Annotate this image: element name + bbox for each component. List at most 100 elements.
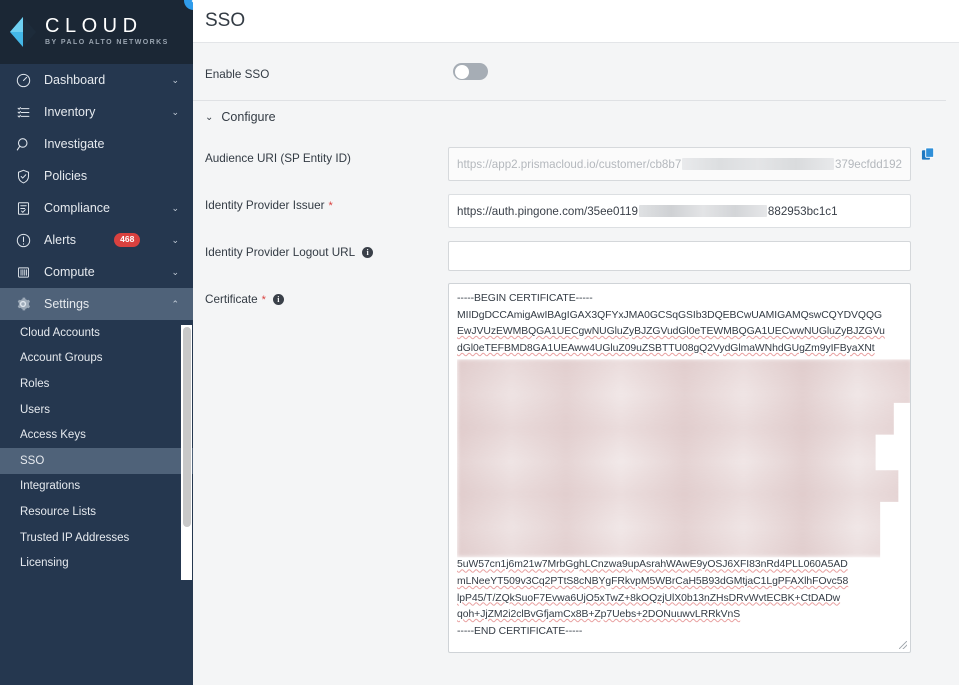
submenu-label: Resource Lists xyxy=(20,505,97,518)
submenu-label: Integrations xyxy=(20,480,81,493)
sidebar-item-integrations[interactable]: Integrations xyxy=(0,474,193,500)
sidebar-label: Alerts xyxy=(44,233,76,247)
certificate-line: EwJVUzEWMBQGA1UECgwNUGluZyBJZGVudGl0eTEW… xyxy=(457,326,885,338)
submenu-label: SSO xyxy=(20,454,45,467)
certificate-row: Certificate * i -----BEGIN CERTIFICATE--… xyxy=(193,283,959,653)
certificate-line: qoh+JjZM2i2clBvGfjamCx8B+Zp7Uebs+2DONuuw… xyxy=(457,609,741,621)
submenu-label: Account Groups xyxy=(20,352,103,365)
audience-uri-row: Audience URI (SP Entity ID) https://app2… xyxy=(193,147,959,181)
chevron-down-icon: ⌄ xyxy=(171,234,179,245)
submenu-label: Users xyxy=(20,403,51,416)
info-icon[interactable]: i xyxy=(362,247,374,258)
idp-logout-url-label: Identity Provider Logout URL i xyxy=(205,241,448,259)
clipboard-icon xyxy=(12,197,34,219)
enable-sso-row: Enable SSO xyxy=(193,43,946,101)
copy-icon xyxy=(921,147,934,160)
sidebar-item-policies[interactable]: Policies xyxy=(0,160,193,192)
app-root: CLOUD BY PALO ALTO NETWORKS Dashboard ⌄ xyxy=(0,0,959,685)
page-header: SSO xyxy=(193,0,959,43)
audience-uri-label: Audience URI (SP Entity ID) xyxy=(205,147,448,165)
chevron-up-icon: ⌃ xyxy=(171,298,179,309)
main-content: SSO Enable SSO ⌄ Configure Audience URI … xyxy=(193,0,959,685)
certificate-line: dGl0eTEFBMD8GA1UEAww4UGluZ09uZSBTTU08gQ2… xyxy=(457,342,875,354)
sidebar-label: Settings xyxy=(44,297,90,311)
textarea-resize-handle[interactable] xyxy=(898,640,908,650)
certificate-line: 5uW57cn1j6m21w7MrbGghLCnzwa9upAsrahWAwE9… xyxy=(457,559,848,571)
label-text: Certificate xyxy=(205,293,258,306)
sidebar-label: Dashboard xyxy=(44,73,106,87)
sidebar-item-cloud-accounts[interactable]: Cloud Accounts xyxy=(0,320,193,346)
chevron-down-icon: ⌄ xyxy=(205,111,214,123)
idp-issuer-row: Identity Provider Issuer * https://auth.… xyxy=(193,194,959,228)
label-text: Identity Provider Logout URL xyxy=(205,246,356,259)
idp-issuer-value-prefix: https://auth.pingone.com/35ee0119 xyxy=(457,204,638,218)
submenu-label: Trusted IP Addresses xyxy=(20,531,130,544)
redacted-segment xyxy=(682,158,834,170)
enable-sso-label: Enable SSO xyxy=(205,63,448,81)
enable-sso-toggle[interactable] xyxy=(453,63,488,80)
sidebar-scrollbar-thumb[interactable] xyxy=(182,327,191,527)
label-text: Identity Provider Issuer xyxy=(205,199,325,212)
chevron-down-icon: ⌄ xyxy=(171,106,179,117)
alert-icon xyxy=(12,229,34,251)
audience-uri-input[interactable]: https://app2.prismacloud.io/customer/cb8… xyxy=(448,147,911,181)
certificate-textarea[interactable]: -----BEGIN CERTIFICATE----- MIIDgDCCAmig… xyxy=(448,283,911,653)
sidebar-item-sso[interactable]: SSO xyxy=(0,447,193,474)
sidebar-item-inventory[interactable]: Inventory ⌄ xyxy=(0,96,193,128)
sidebar-item-roles[interactable]: Roles xyxy=(0,371,193,397)
search-icon xyxy=(12,133,34,155)
configure-section-toggle[interactable]: ⌄ Configure xyxy=(193,101,959,133)
container-icon xyxy=(12,261,34,283)
sidebar-item-access-keys[interactable]: Access Keys xyxy=(0,422,193,448)
idp-logout-url-row: Identity Provider Logout URL i xyxy=(193,241,959,271)
main-nav: Dashboard ⌄ Inventory ⌄ Investigate Poli… xyxy=(0,64,193,320)
sidebar-label: Compliance xyxy=(44,201,111,215)
submenu-label: Licensing xyxy=(20,557,69,570)
sidebar-label: Compute xyxy=(44,265,95,279)
sidebar-label: Inventory xyxy=(44,105,96,119)
sidebar-item-users[interactable]: Users xyxy=(0,397,193,423)
sidebar-item-settings[interactable]: Settings ⌃ xyxy=(0,288,193,320)
page-title: SSO xyxy=(205,10,246,31)
info-icon[interactable]: i xyxy=(272,294,284,305)
sso-settings-form: Enable SSO ⌄ Configure Audience URI (SP … xyxy=(193,43,959,653)
sidebar-item-licensing[interactable]: Licensing xyxy=(0,550,193,576)
prisma-cloud-logo-icon xyxy=(8,16,38,48)
settings-submenu: Cloud Accounts Account Groups Roles User… xyxy=(0,320,193,576)
idp-issuer-value-suffix: 882953bc1c1 xyxy=(767,204,838,218)
certificate-line: -----BEGIN CERTIFICATE----- xyxy=(457,293,593,304)
copy-audience-uri-button[interactable] xyxy=(917,147,939,162)
sidebar-item-compliance[interactable]: Compliance ⌄ xyxy=(0,192,193,224)
chevron-left-icon xyxy=(191,0,193,3)
alerts-count-badge: 468 xyxy=(114,233,141,247)
shield-icon xyxy=(12,165,34,187)
sidebar-item-alerts[interactable]: Alerts 468 ⌄ xyxy=(0,224,193,256)
sidebar-item-trusted-ip-addresses[interactable]: Trusted IP Addresses xyxy=(0,525,193,551)
configure-label: Configure xyxy=(221,110,276,124)
sidebar-item-account-groups[interactable]: Account Groups xyxy=(0,346,193,372)
idp-issuer-input[interactable]: https://auth.pingone.com/35ee0119 882953… xyxy=(448,194,911,228)
chevron-down-icon: ⌄ xyxy=(171,266,179,277)
chevron-down-icon: ⌄ xyxy=(171,74,179,85)
idp-issuer-label: Identity Provider Issuer * xyxy=(205,194,448,212)
sidebar-item-compute[interactable]: Compute ⌄ xyxy=(0,256,193,288)
certificate-line: -----END CERTIFICATE----- xyxy=(457,625,583,637)
required-asterisk: * xyxy=(328,199,333,212)
sidebar: CLOUD BY PALO ALTO NETWORKS Dashboard ⌄ xyxy=(0,0,193,685)
sidebar-label: Policies xyxy=(44,169,88,183)
audience-uri-value-suffix: 379ecfdd192 xyxy=(834,157,902,171)
sidebar-label: Investigate xyxy=(44,137,105,151)
certificate-line: lpP45/T/ZQkSuoF7Evwa6UjO5xTwZ+8kOQzjUlX0… xyxy=(457,592,841,604)
certificate-redacted-block xyxy=(457,359,910,558)
brand-logo[interactable]: CLOUD BY PALO ALTO NETWORKS xyxy=(0,0,193,64)
required-asterisk: * xyxy=(261,293,266,306)
gear-icon xyxy=(12,293,34,315)
submenu-label: Cloud Accounts xyxy=(20,326,100,339)
certificate-line: mLNeeYT509v3Cq2PTtS8cNBYgFRkvpM5WBrCaH5B… xyxy=(457,575,849,587)
chevron-down-icon: ⌄ xyxy=(171,202,179,213)
idp-logout-url-input[interactable] xyxy=(448,241,911,271)
sidebar-item-resource-lists[interactable]: Resource Lists xyxy=(0,499,193,525)
submenu-label: Roles xyxy=(20,377,50,390)
sidebar-item-dashboard[interactable]: Dashboard ⌄ xyxy=(0,64,193,96)
sidebar-item-investigate[interactable]: Investigate xyxy=(0,128,193,160)
